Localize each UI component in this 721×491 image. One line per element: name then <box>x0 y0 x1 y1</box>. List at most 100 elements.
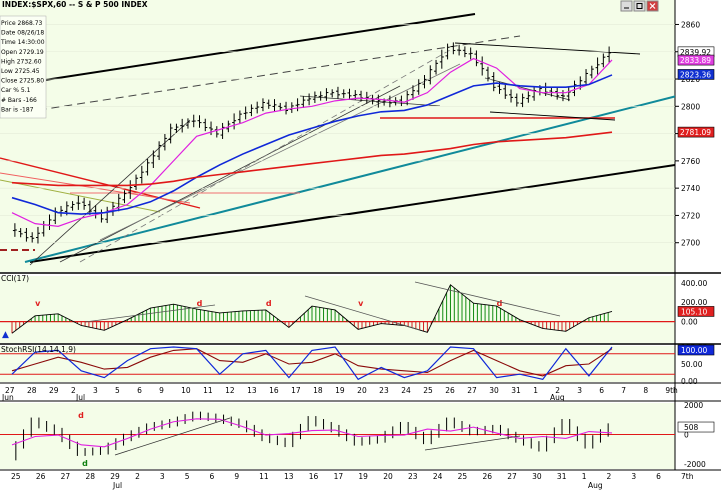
top-axis-day: 25 <box>423 386 433 395</box>
y-tick-label: 2800 <box>681 102 700 111</box>
cci-mark: d <box>266 299 272 308</box>
info-row: Open 2729.19 <box>1 49 44 56</box>
info-row: # Bars -166 <box>1 97 37 104</box>
cci-badge-text: 105.10 <box>681 307 707 316</box>
bottom-axis-day: 31 <box>557 472 567 481</box>
info-row: Close 2725.80 <box>1 78 44 85</box>
bottom-axis-day: 5 <box>185 472 190 481</box>
top-axis-month: Aug <box>550 393 565 402</box>
bottom-axis-month: Jul <box>112 481 122 490</box>
top-axis-day: 31 <box>511 386 521 395</box>
maximize-button[interactable] <box>633 0 646 12</box>
top-axis-day: 3 <box>93 386 98 395</box>
bottom-axis-day: 7th <box>681 472 694 481</box>
bottom-axis-day: 28 <box>85 472 95 481</box>
bottom-axis-day: 27 <box>507 472 517 481</box>
bottom-axis-day: 9 <box>234 472 239 481</box>
cci-mark: v <box>358 299 364 308</box>
bottom-axis-day: 20 <box>383 472 393 481</box>
chart-window: vddvd dd 2700272027402760278028002820284… <box>0 0 721 491</box>
price-badge-text: 2781.09 <box>680 128 711 137</box>
top-axis-day: 3 <box>577 386 582 395</box>
bottom-axis-day: 13 <box>284 472 294 481</box>
top-axis-day: 13 <box>247 386 257 395</box>
price-badge-text: 2833.89 <box>680 56 711 65</box>
bottom-axis-day: 23 <box>408 472 418 481</box>
top-axis-day: 28 <box>27 386 37 395</box>
top-axis-day: 19 <box>335 386 345 395</box>
top-axis-day: 26 <box>445 386 455 395</box>
y-tick-label: 2740 <box>681 184 700 193</box>
window-title: INDEX:$SPX,60 -- S & P 500 INDEX <box>2 0 148 9</box>
top-axis-day: 18 <box>313 386 323 395</box>
bottom-axis-day: 16 <box>309 472 319 481</box>
top-axis-day: 17 <box>291 386 301 395</box>
bottom-axis-day: 25 <box>11 472 21 481</box>
top-axis-day: 20 <box>357 386 367 395</box>
y-tick-label: 2720 <box>681 211 700 220</box>
bottom-axis-day: 30 <box>532 472 542 481</box>
cci-tick-label: 200.00 <box>681 298 707 307</box>
bottom-axis-day: 2 <box>607 472 612 481</box>
top-axis-day: 11 <box>203 386 213 395</box>
bottom-mark: d <box>78 411 84 420</box>
top-axis-day: 7 <box>621 386 626 395</box>
top-axis-day: 10 <box>181 386 191 395</box>
top-axis-day: 1 <box>533 386 538 395</box>
y-tick-label: 2760 <box>681 157 700 166</box>
info-row: High 2732.60 <box>1 58 42 65</box>
bottom-axis-day: 3 <box>631 472 636 481</box>
cci-panel[interactable] <box>0 276 675 343</box>
info-row: Price 2868.73 <box>1 20 43 27</box>
cci-mark: v <box>35 299 41 308</box>
cci-label: CCI(17) <box>1 274 29 283</box>
info-row: Low 2725.45 <box>1 68 40 75</box>
top-axis-day: 29 <box>49 386 59 395</box>
bottom-axis-day: 27 <box>61 472 71 481</box>
stochrsi-tick-label: 0.00 <box>681 377 698 386</box>
cci-mark: d <box>497 299 503 308</box>
top-axis-day: 9th <box>665 386 678 395</box>
cci-up-arrow-icon: ▲ <box>2 330 9 340</box>
stochrsi-tick-label: 50.00 <box>681 360 703 369</box>
bottom-axis-day: 3 <box>160 472 165 481</box>
bottom-axis-day: 1 <box>582 472 587 481</box>
top-axis-day: 12 <box>225 386 235 395</box>
info-row: Bar is -187 <box>1 106 34 113</box>
stochrsi-badge-text: 100.00 <box>681 346 707 355</box>
minimize-button[interactable] <box>620 0 633 12</box>
top-axis-day: 27 <box>467 386 477 395</box>
bottom-tick-label: 2000 <box>684 401 703 410</box>
top-axis-day: 30 <box>489 386 499 395</box>
top-axis-day: 8 <box>643 386 648 395</box>
bottom-axis-day: 11 <box>259 472 269 481</box>
y-tick-label: 2700 <box>681 239 700 248</box>
bottom-mark: d <box>82 459 88 468</box>
top-axis-day: 6 <box>599 386 604 395</box>
bottom-axis-day: 26 <box>482 472 492 481</box>
y-tick-label: 2860 <box>681 20 700 29</box>
bottom-axis-day: 25 <box>458 472 468 481</box>
bottom-badge-text: 508 <box>684 423 699 432</box>
cci-tick-label: 0.00 <box>681 318 698 327</box>
top-axis-month: Jul <box>75 393 85 402</box>
window-controls <box>620 0 659 12</box>
price-badge-text: 2823.36 <box>680 70 711 79</box>
top-axis-day: 9 <box>159 386 164 395</box>
info-row: Car % 5.1 <box>1 87 31 94</box>
bottom-axis-day: 19 <box>358 472 368 481</box>
info-row: Date 08/26/18 <box>1 30 44 37</box>
info-row: Time 14:30:00 <box>0 39 45 46</box>
bottom-axis-day: 24 <box>433 472 443 481</box>
bottom-axis-month: Aug <box>588 481 603 490</box>
top-axis-day: 24 <box>401 386 411 395</box>
bottom-axis-day: 2 <box>135 472 140 481</box>
bottom-axis-day: 17 <box>334 472 344 481</box>
top-axis-day: 23 <box>379 386 389 395</box>
top-axis-day: 16 <box>269 386 279 395</box>
stochrsi-label: StochRSI(14,14,1,9) <box>1 345 76 354</box>
top-axis-day: 6 <box>137 386 142 395</box>
bottom-axis-day: 29 <box>110 472 120 481</box>
bottom-axis-day: 6 <box>656 472 661 481</box>
bottom-tick-label: -2000 <box>684 460 706 469</box>
